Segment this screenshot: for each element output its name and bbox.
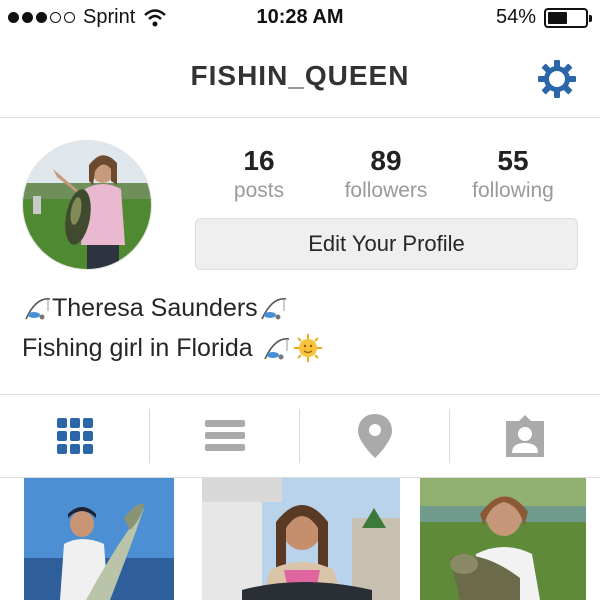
posts-count: 16 (243, 145, 275, 176)
photo-thumbnail[interactable] (202, 478, 400, 600)
stat-followers[interactable]: 89 followers (321, 146, 451, 206)
profile-tab-bar (0, 394, 600, 478)
battery-fill (548, 11, 568, 24)
tab-tagged-view[interactable] (450, 395, 600, 477)
avatar[interactable] (22, 140, 152, 270)
following-count: 55 (497, 145, 529, 176)
grid-icon (57, 418, 93, 454)
sun-face-icon (293, 334, 322, 362)
fishing-pole-icon (260, 298, 286, 320)
followers-count: 89 (370, 145, 402, 176)
post-photo (24, 478, 174, 600)
battery-percent: 54% (495, 6, 536, 28)
status-bar: Sprint 10:28 AM 54% (0, 0, 600, 38)
stat-following[interactable]: 55 following (448, 146, 578, 206)
following-label: following (472, 179, 554, 202)
person-tag-icon (506, 415, 544, 457)
bio-description-line: Fishing girl in Florida (22, 333, 323, 363)
photo-thumbnail[interactable] (24, 478, 174, 600)
battery-icon (544, 7, 592, 28)
location-pin-icon (358, 414, 392, 458)
battery-status: 54% (495, 6, 592, 29)
tab-map-view[interactable] (300, 395, 450, 477)
gear-icon[interactable] (536, 58, 578, 100)
tab-list-view[interactable] (150, 395, 300, 477)
bio-description: Fishing girl in Florida (22, 333, 253, 362)
fishing-pole-icon (25, 298, 51, 320)
avatar-photo (23, 141, 151, 269)
bio-name: Theresa Saunders (52, 293, 258, 322)
bio-name-line: Theresa Saunders (22, 293, 288, 323)
tab-grid-view[interactable] (0, 395, 150, 477)
posts-label: posts (233, 179, 285, 202)
fishing-pole-icon (263, 338, 289, 360)
profile-username: FISHIN_QUEEN (190, 60, 410, 91)
photo-thumbnail[interactable] (420, 478, 586, 600)
list-icon (205, 420, 245, 451)
post-photo (420, 478, 586, 600)
edit-profile-button[interactable]: Edit Your Profile (195, 218, 578, 270)
followers-label: followers (344, 179, 428, 202)
nav-bar: FISHIN_QUEEN (0, 38, 600, 118)
post-photo (202, 478, 400, 600)
stat-posts[interactable]: 16 posts (194, 146, 324, 206)
